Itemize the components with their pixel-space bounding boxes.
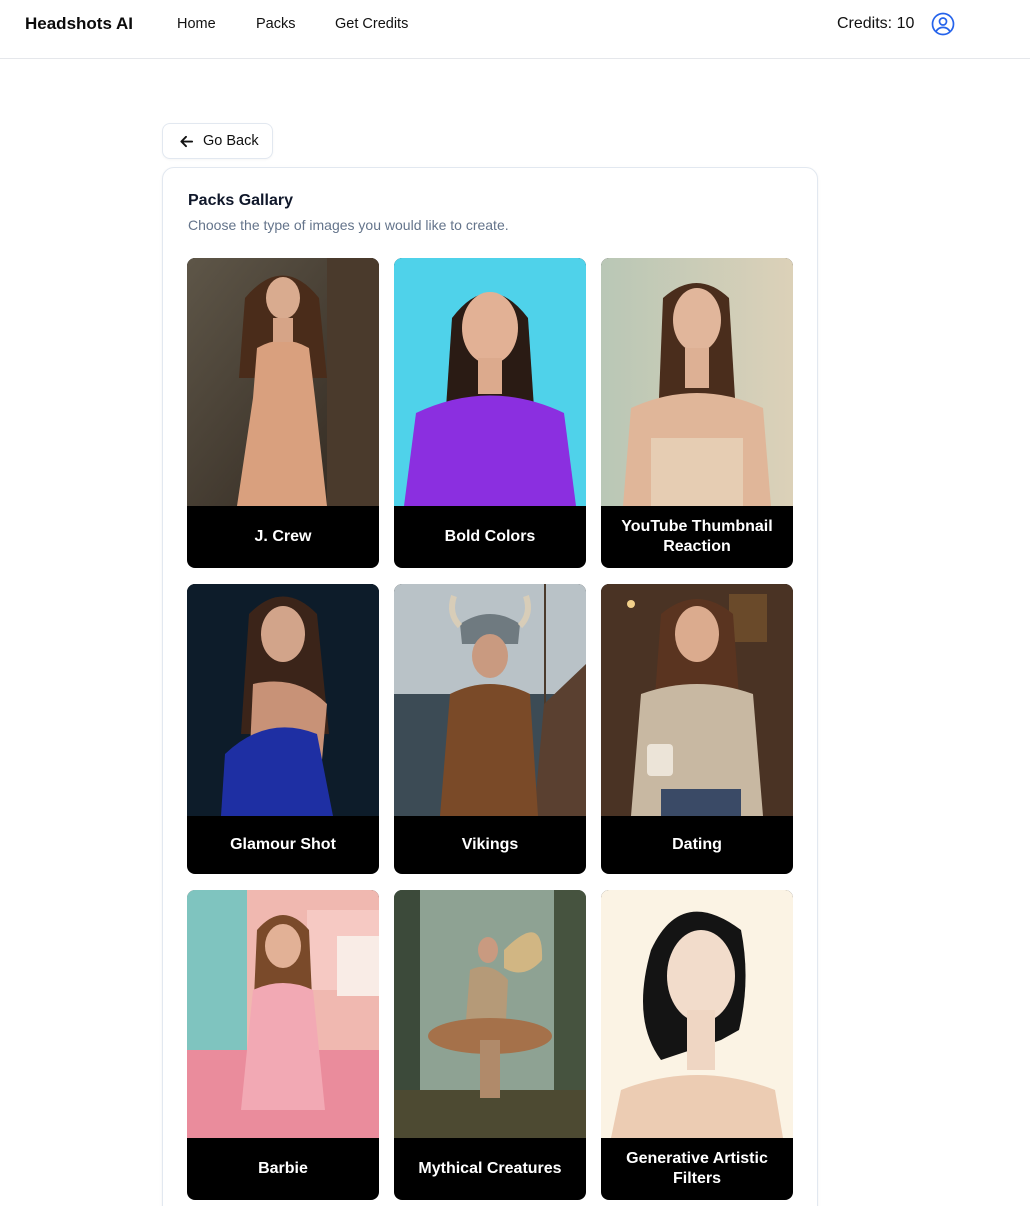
pack-image-youtube-thumbnail-reaction [601,258,793,506]
top-navbar: Headshots AI Home Packs Get Credits Cred… [0,0,1030,59]
pack-card-mythical-creatures[interactable]: Mythical Creatures [394,890,586,1200]
pack-label: Mythical Creatures [418,1160,562,1177]
packs-gallery-card: Packs Gallary Choose the type of images … [162,167,818,1206]
pack-card-vikings[interactable]: Vikings [394,584,586,874]
gallery-subtitle: Choose the type of images you would like… [188,217,509,233]
pack-label: Dating [672,836,722,853]
credits-count: Credits: 10 [837,15,915,32]
pack-label: Vikings [461,836,519,853]
pack-label: J. Crew [254,528,312,545]
go-back-button[interactable]: Go Back [162,123,273,159]
pack-image-dating [601,584,793,816]
pack-image-j-crew [187,258,379,506]
pack-label: Glamour Shot [230,836,336,853]
pack-card-youtube-thumbnail-reaction[interactable]: YouTube Thumbnail Reaction [601,258,793,568]
pack-card-barbie[interactable]: Barbie [187,890,379,1200]
pack-card-j-crew[interactable]: J. Crew [187,258,379,568]
user-account-icon[interactable] [931,12,955,36]
arrow-left-icon [180,135,194,147]
pack-label: Barbie [258,1160,308,1177]
pack-card-dating[interactable]: Dating [601,584,793,874]
pack-image-vikings [394,584,586,816]
pack-image-barbie [187,890,379,1138]
nav-link-home[interactable]: Home [177,16,216,32]
nav-link-packs[interactable]: Packs [256,16,296,32]
pack-card-bold-colors[interactable]: Bold Colors [394,258,586,568]
pack-card-generative-artistic-filters[interactable]: Generative Artistic Filters [601,890,793,1200]
pack-image-glamour-shot [187,584,379,816]
pack-label: Generative Artistic Filters [626,1150,768,1187]
gallery-title: Packs Gallary [188,192,293,209]
pack-label: Bold Colors [444,528,536,545]
pack-image-bold-colors [394,258,586,506]
pack-image-mythical-creatures [394,890,586,1138]
go-back-label: Go Back [203,133,259,149]
nav-link-get-credits[interactable]: Get Credits [335,16,408,32]
pack-label: YouTube Thumbnail Reaction [621,518,773,555]
pack-image-generative-artistic-filters [601,890,793,1138]
pack-card-glamour-shot[interactable]: Glamour Shot [187,584,379,874]
brand-logo[interactable]: Headshots AI [25,14,133,34]
